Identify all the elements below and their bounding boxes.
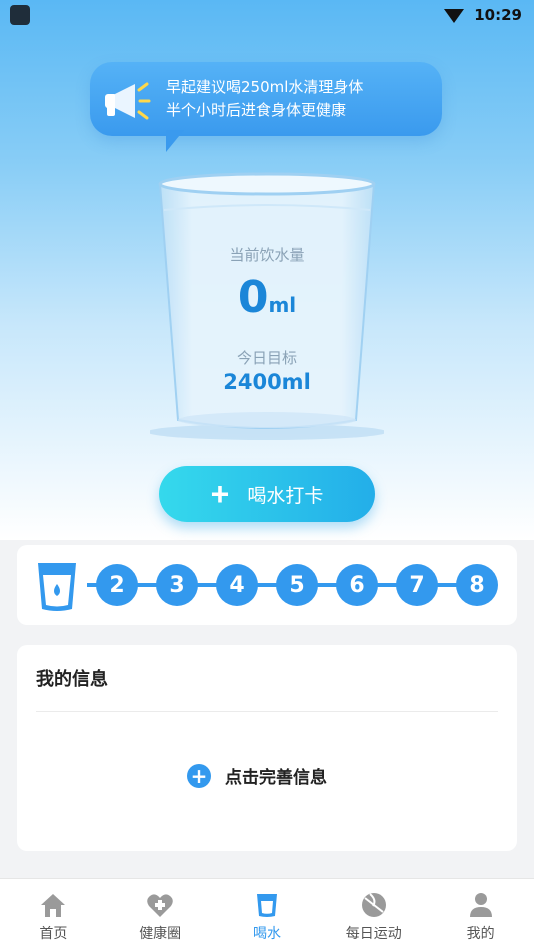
tab-daily-exercise[interactable]: 每日运动: [320, 879, 427, 949]
bottom-tab-bar: 首页 健康圈 喝水 每日运动 我的: [0, 878, 534, 949]
person-icon: [469, 891, 493, 919]
tab-health-circle[interactable]: 健康圈: [107, 879, 214, 949]
current-intake-label: 当前饮水量: [229, 246, 305, 264]
water-cup-step-icon[interactable]: [35, 559, 79, 613]
wifi-icon: [444, 9, 465, 23]
cup-step-6[interactable]: 6: [336, 564, 378, 606]
tip-line-2: 半个小时后进食身体更健康: [166, 101, 347, 119]
cup-step-5[interactable]: 5: [276, 564, 318, 606]
tab-mine[interactable]: 我的: [427, 879, 534, 949]
cup-progress-card: 2 3 4 5 6 7 8: [17, 545, 517, 625]
my-info-card: 我的信息 + 点击完善信息: [17, 645, 517, 851]
status-time: 10:29: [474, 6, 522, 24]
ball-icon: [361, 891, 387, 919]
daily-target-value: 2400ml: [223, 370, 311, 394]
cup-step-3[interactable]: 3: [156, 564, 198, 606]
app-notification-icon: [10, 5, 30, 25]
heart-plus-icon: [146, 891, 174, 919]
checkin-label: 喝水打卡: [247, 485, 324, 507]
tip-bubble: 早起建议喝250ml水清理身体 半个小时后进食身体更健康: [90, 62, 442, 136]
complete-info-button[interactable]: + 点击完善信息: [187, 763, 327, 788]
my-info-title: 我的信息: [36, 669, 108, 690]
status-bar: 10:29: [0, 0, 534, 30]
current-intake-value: 0ml: [237, 272, 297, 323]
cup-step-7[interactable]: 7: [396, 564, 438, 606]
tab-home[interactable]: 首页: [0, 879, 107, 949]
cup-step-8[interactable]: 8: [456, 564, 498, 606]
cup-step-2[interactable]: 2: [96, 564, 138, 606]
tip-line-1: 早起建议喝250ml水清理身体: [166, 78, 364, 96]
drink-checkin-button[interactable]: + 喝水打卡: [159, 466, 375, 522]
complete-info-label: 点击完善信息: [225, 768, 327, 788]
daily-target-label: 今日目标: [236, 349, 297, 367]
tab-drink-water[interactable]: 喝水: [214, 879, 321, 949]
megaphone-icon: [90, 62, 160, 136]
cup-step-4[interactable]: 4: [216, 564, 258, 606]
bubble-tail: [166, 130, 184, 152]
water-cup-icon: [256, 891, 278, 919]
divider: [36, 711, 498, 712]
home-icon: [39, 891, 67, 919]
add-circle-icon: +: [187, 763, 211, 788]
plus-icon: +: [210, 476, 230, 512]
